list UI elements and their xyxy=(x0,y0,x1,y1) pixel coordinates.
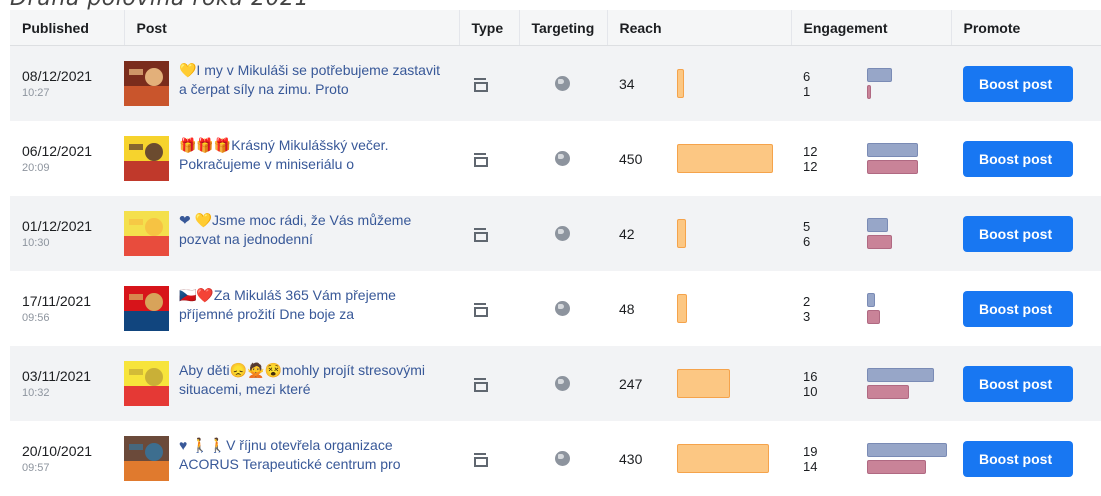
engagement-bar-2 xyxy=(867,85,872,99)
reach-bar xyxy=(677,294,688,323)
globe-icon xyxy=(555,76,570,91)
table-row[interactable]: 01/12/2021 10:30 ❤ 💛Jsme moc rádi, že Vá… xyxy=(10,196,1101,271)
published-date: 06/12/2021 xyxy=(22,143,93,159)
post-thumbnail[interactable] xyxy=(124,136,169,181)
table-row[interactable]: 08/12/2021 10:27 💛I my v Mikuláši se pot… xyxy=(10,45,1101,121)
table-row[interactable]: 03/11/2021 10:32 Aby děti😞🙅😵mohly projít… xyxy=(10,346,1101,421)
engagement-value-2: 3 xyxy=(803,308,811,324)
published-date: 08/12/2021 xyxy=(22,68,93,84)
boost-post-button[interactable]: Boost post xyxy=(963,440,1073,477)
engagement-value-2: 10 xyxy=(803,383,818,399)
post-type-icon xyxy=(474,452,488,467)
engagement-value-2: 12 xyxy=(803,158,818,174)
posts-table: Published Post Type Targeting Reach Enga… xyxy=(10,10,1101,496)
post-text-link[interactable]: 🇨🇿❤️Za Mikuláš 365 Vám přejeme příjemné … xyxy=(179,286,444,324)
col-targeting[interactable]: Targeting xyxy=(519,10,608,46)
engagement-bar-1 xyxy=(867,68,893,82)
boost-post-button[interactable]: Boost post xyxy=(963,365,1073,402)
globe-icon xyxy=(555,376,570,391)
post-type-icon xyxy=(474,302,488,317)
col-reach[interactable]: Reach xyxy=(607,10,792,46)
engagement-value-1: 12 xyxy=(803,143,818,159)
published-date: 20/10/2021 xyxy=(22,443,93,459)
table-row[interactable]: 20/10/2021 09:57 ♥ 🚶🚶V říjnu otevřela or… xyxy=(10,421,1101,496)
post-text-link[interactable]: ♥ 🚶🚶V říjnu otevřela organizace ACORUS T… xyxy=(179,436,444,474)
published-time: 10:27 xyxy=(22,87,50,99)
engagement-value-2: 6 xyxy=(803,233,811,249)
boost-post-button[interactable]: Boost post xyxy=(963,290,1073,327)
published-time: 20:09 xyxy=(22,162,50,174)
col-published[interactable]: Published xyxy=(10,10,125,46)
post-text-link[interactable]: Aby děti😞🙅😵mohly projít stresovými situa… xyxy=(179,361,444,399)
published-time: 09:56 xyxy=(22,312,50,324)
engagement-value-1: 5 xyxy=(803,218,811,234)
globe-icon xyxy=(555,451,570,466)
engagement-bar-1 xyxy=(867,368,935,382)
engagement-value-1: 2 xyxy=(803,293,811,309)
engagement-bar-2 xyxy=(867,460,926,474)
post-type-icon xyxy=(474,377,488,392)
engagement-value-1: 16 xyxy=(803,368,818,384)
boost-post-button[interactable]: Boost post xyxy=(963,140,1073,177)
post-thumbnail[interactable] xyxy=(124,286,169,331)
post-thumbnail[interactable] xyxy=(124,361,169,406)
published-time: 09:57 xyxy=(22,462,50,474)
reach-value: 430 xyxy=(619,450,643,467)
boost-post-button[interactable]: Boost post xyxy=(963,215,1073,252)
boost-post-button[interactable]: Boost post xyxy=(963,65,1073,102)
published-time: 10:30 xyxy=(22,237,50,249)
engagement-value-2: 1 xyxy=(803,83,811,99)
engagement-bar-2 xyxy=(867,385,910,399)
reach-bar xyxy=(677,219,686,248)
engagement-bar-2 xyxy=(867,310,880,324)
published-date: 01/12/2021 xyxy=(22,218,93,234)
post-thumbnail[interactable] xyxy=(124,436,169,481)
table-header-row: Published Post Type Targeting Reach Enga… xyxy=(10,10,1101,46)
published-date: 03/11/2021 xyxy=(22,368,92,384)
post-type-icon xyxy=(474,77,488,92)
engagement-value-2: 14 xyxy=(803,458,818,474)
post-thumbnail[interactable] xyxy=(124,61,169,106)
engagement-bar-2 xyxy=(867,235,893,249)
engagement-value-1: 19 xyxy=(803,443,818,459)
reach-bar xyxy=(677,369,730,398)
table-row[interactable]: 17/11/2021 09:56 🇨🇿❤️Za Mikuláš 365 Vám … xyxy=(10,271,1101,346)
engagement-bar-2 xyxy=(867,160,918,174)
reach-bar xyxy=(677,444,769,473)
reach-value: 247 xyxy=(619,375,643,392)
col-type[interactable]: Type xyxy=(459,10,520,46)
table-row[interactable]: 06/12/2021 20:09 🎁🎁🎁Krásný Mikulášský ve… xyxy=(10,121,1101,196)
reach-value: 48 xyxy=(619,300,635,317)
globe-icon xyxy=(555,226,570,241)
reach-value: 450 xyxy=(619,150,643,167)
col-promote[interactable]: Promote xyxy=(951,10,1101,46)
post-thumbnail[interactable] xyxy=(124,211,169,256)
post-text-link[interactable]: ❤ 💛Jsme moc rádi, že Vás můžeme pozvat n… xyxy=(179,211,444,249)
reach-bar xyxy=(677,144,773,173)
post-text-link[interactable]: 🎁🎁🎁Krásný Mikulášský večer. Pokračujeme … xyxy=(179,136,444,174)
col-post[interactable]: Post xyxy=(124,10,460,46)
engagement-bar-1 xyxy=(867,143,918,157)
published-time: 10:32 xyxy=(22,387,50,399)
engagement-value-1: 6 xyxy=(803,68,811,84)
post-type-icon xyxy=(474,227,488,242)
engagement-bar-1 xyxy=(867,218,889,232)
globe-icon xyxy=(555,301,570,316)
reach-value: 34 xyxy=(619,75,635,92)
published-date: 17/11/2021 xyxy=(22,293,92,309)
reach-value: 42 xyxy=(619,225,635,242)
post-type-icon xyxy=(474,152,488,167)
engagement-bar-1 xyxy=(867,443,947,457)
globe-icon xyxy=(555,151,570,166)
engagement-bar-1 xyxy=(867,293,876,307)
col-engagement[interactable]: Engagement xyxy=(791,10,952,46)
post-text-link[interactable]: 💛I my v Mikuláši se potřebujeme zastavit… xyxy=(179,61,444,99)
reach-bar xyxy=(677,69,685,98)
